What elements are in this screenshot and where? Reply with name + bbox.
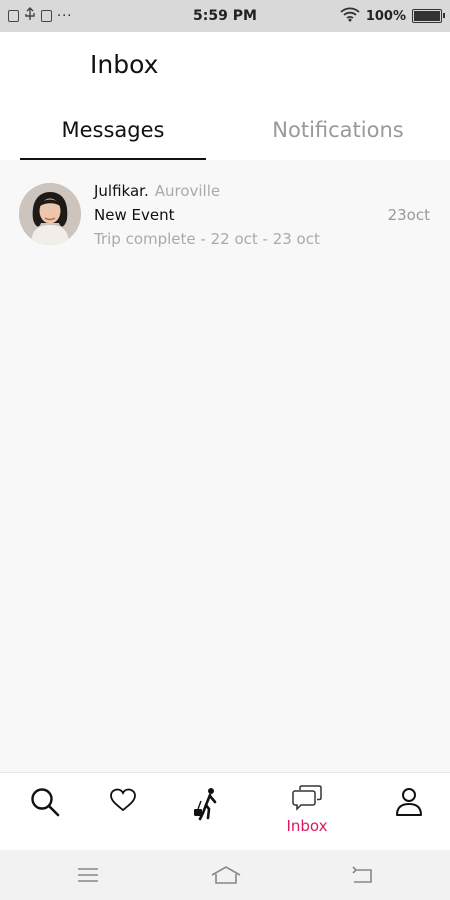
system-back-button[interactable] — [332, 850, 392, 900]
tab-messages[interactable]: Messages — [20, 110, 206, 160]
tab-notifications[interactable]: Notifications — [240, 110, 436, 160]
search-icon — [31, 788, 60, 817]
sender-location: Auroville — [154, 182, 221, 200]
nav-profile[interactable] — [364, 773, 450, 851]
chat-bubbles-icon — [292, 785, 322, 811]
profile-icon — [396, 788, 422, 816]
nav-trips[interactable] — [162, 773, 252, 851]
status-bar: ··· 5:59 PM 100% — [0, 0, 450, 32]
message-date: 23oct — [387, 206, 430, 224]
traveler-icon — [194, 788, 217, 821]
usb-icon — [24, 7, 36, 25]
home-icon — [211, 866, 241, 884]
header: Inbox Messages Notifications — [0, 32, 450, 160]
page-title: Inbox — [90, 50, 159, 79]
nav-search[interactable] — [0, 773, 90, 851]
app-icon — [41, 10, 52, 22]
status-right: 100% — [340, 0, 445, 32]
sender-name: Julfikar. — [94, 182, 149, 200]
avatar — [19, 183, 81, 245]
status-left-icons: ··· — [8, 7, 158, 25]
system-home-button[interactable] — [196, 850, 256, 900]
system-nav-bar — [0, 850, 450, 900]
more-notifications: ··· — [57, 8, 73, 24]
system-menu-button[interactable] — [58, 850, 118, 900]
back-icon — [352, 866, 372, 883]
message-list: Julfikar. Auroville New Event Trip comple… — [0, 160, 450, 772]
message-sender: Julfikar. Auroville — [94, 182, 220, 200]
wifi-icon — [340, 7, 360, 26]
nav-inbox[interactable]: Inbox — [262, 773, 352, 851]
battery-text: 100% — [365, 8, 406, 24]
message-title: New Event — [94, 206, 175, 224]
menu-icon — [78, 868, 98, 882]
bottom-nav: Inbox — [0, 772, 450, 850]
nav-inbox-label: Inbox — [286, 817, 328, 835]
message-preview: Trip complete - 22 oct - 23 oct — [94, 230, 320, 248]
heart-icon — [110, 788, 136, 812]
list-item[interactable]: Julfikar. Auroville New Event Trip comple… — [0, 172, 450, 250]
tab-bar: Messages Notifications — [0, 110, 450, 160]
battery-icon — [412, 9, 445, 23]
nav-favorites[interactable] — [78, 773, 168, 851]
notification-icon — [8, 10, 19, 22]
